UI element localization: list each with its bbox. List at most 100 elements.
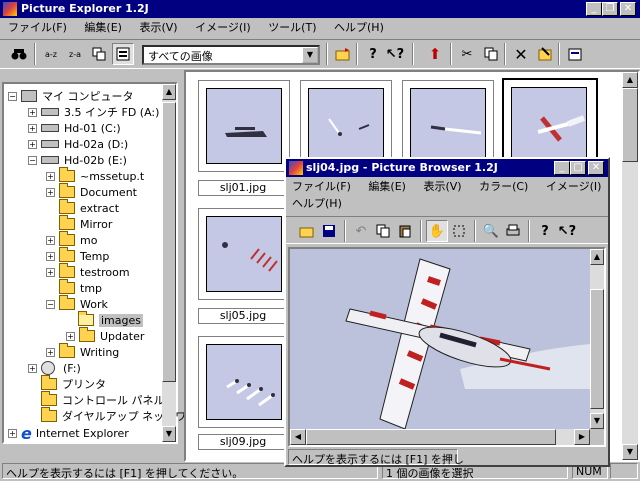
- tree-item-cdrom[interactable]: + (F:): [28, 360, 81, 376]
- tree-item-extract[interactable]: extract: [59, 199, 119, 216]
- scroll-up-icon[interactable]: ▲: [590, 249, 604, 265]
- scroll-up-icon[interactable]: ▲: [162, 84, 176, 100]
- browser-menu-edit[interactable]: 編集(E): [368, 180, 406, 193]
- undo-icon[interactable]: ↶: [350, 220, 372, 242]
- scroll-down-icon[interactable]: ▼: [162, 426, 176, 442]
- tree-item-mssetup[interactable]: + ~mssetup.t: [46, 167, 144, 184]
- rename-icon[interactable]: [534, 43, 556, 65]
- tree-item-images[interactable]: images: [78, 311, 143, 328]
- tree-item-work[interactable]: − Work: [46, 295, 108, 312]
- thumbnail-slj01[interactable]: [198, 80, 290, 172]
- tree-item-drive-e[interactable]: − Hd-02b (E:): [28, 152, 127, 168]
- scroll-thumb[interactable]: [162, 102, 176, 382]
- folder-icon: [59, 183, 75, 198]
- close-button[interactable]: ✕: [620, 2, 636, 16]
- zoom-icon[interactable]: 🔍: [480, 220, 502, 242]
- tree-item-temp[interactable]: + Temp: [46, 247, 109, 264]
- tree-item-document[interactable]: + Document: [46, 183, 137, 200]
- delete-icon[interactable]: ✕: [510, 43, 532, 65]
- print-icon[interactable]: [502, 220, 524, 242]
- select-tool-icon[interactable]: [448, 220, 470, 242]
- browser-close-button[interactable]: ✕: [588, 161, 604, 175]
- scroll-thumb[interactable]: [306, 429, 556, 445]
- main-title-bar[interactable]: Picture Explorer 1.2J _ ❐ ✕: [0, 0, 640, 18]
- minimize-button[interactable]: _: [586, 2, 602, 16]
- thumbnail-slj05[interactable]: [198, 208, 290, 300]
- menu-help[interactable]: ヘルプ(H): [334, 21, 384, 34]
- tree-item-mirror[interactable]: Mirror: [59, 215, 112, 232]
- browser-menu-view[interactable]: 表示(V): [423, 180, 461, 193]
- sort-az-icon[interactable]: a-z: [40, 43, 62, 65]
- copy-icon[interactable]: [480, 43, 502, 65]
- tree-item-drive-d[interactable]: + Hd-02a (D:): [28, 136, 128, 152]
- main-window-title: Picture Explorer 1.2J: [21, 2, 149, 15]
- upload-icon[interactable]: ⬆: [424, 43, 446, 65]
- menu-edit[interactable]: 編集(E): [84, 21, 122, 34]
- help-icon[interactable]: ?: [362, 43, 384, 65]
- tree-item-writing[interactable]: + Writing: [46, 343, 119, 360]
- thumbnail-image: [206, 216, 282, 292]
- find-icon[interactable]: [8, 43, 30, 65]
- browser-minimize-button[interactable]: _: [554, 161, 570, 175]
- save-icon[interactable]: [318, 220, 340, 242]
- folder-icon: [59, 263, 75, 278]
- tree-item-my-computer[interactable]: − マイ コンピュータ: [8, 88, 134, 104]
- tree-item-printers[interactable]: プリンタ: [41, 375, 106, 392]
- context-help-icon[interactable]: ↖?: [384, 43, 406, 65]
- thumbnail-slj09[interactable]: [198, 336, 290, 428]
- scroll-up-icon[interactable]: ▲: [622, 72, 638, 88]
- drive-icon: [41, 156, 59, 164]
- browser-help-icon[interactable]: ?: [534, 220, 556, 242]
- browser-menu-image[interactable]: イメージ(I): [546, 180, 602, 193]
- menu-image[interactable]: イメージ(I): [195, 21, 251, 34]
- scroll-thumb[interactable]: [590, 289, 604, 409]
- tree-item-floppy[interactable]: + 3.5 インチ FD (A:): [28, 104, 159, 120]
- thumbnail-scrollbar[interactable]: ▲ ▼: [622, 72, 638, 460]
- tree-item-mo[interactable]: + mo: [46, 231, 97, 248]
- menu-view[interactable]: 表示(V): [139, 21, 177, 34]
- browser-menu-help[interactable]: ヘルプ(H): [292, 197, 342, 210]
- thumbnail-view-icon[interactable]: [88, 43, 110, 65]
- browser-menu-file[interactable]: ファイル(F): [292, 180, 351, 193]
- properties-icon[interactable]: [564, 43, 586, 65]
- browser-open-icon[interactable]: [296, 220, 318, 242]
- browser-copy-icon[interactable]: [372, 220, 394, 242]
- image-view[interactable]: ▲ ▼ ◀ ▶: [288, 247, 606, 447]
- scroll-right-icon[interactable]: ▶: [574, 429, 590, 445]
- tree-item-testroom[interactable]: + testroom: [46, 263, 130, 280]
- scroll-thumb[interactable]: [622, 88, 638, 162]
- browser-menu-color[interactable]: カラー(C): [479, 180, 528, 193]
- chevron-down-icon[interactable]: ▼: [302, 47, 318, 63]
- menu-file[interactable]: ファイル(F): [8, 21, 67, 34]
- cut-icon[interactable]: ✂: [456, 43, 478, 65]
- thumbnail-caption: slj09.jpg: [198, 434, 288, 450]
- menu-tools[interactable]: ツール(T): [268, 21, 316, 34]
- maximize-button[interactable]: ❐: [602, 2, 618, 16]
- filter-dropdown[interactable]: すべての画像 ▼: [142, 45, 320, 65]
- details-view-icon[interactable]: [112, 43, 134, 65]
- cdrom-icon: [41, 361, 55, 375]
- folder-tree-pane: − マイ コンピュータ + 3.5 インチ FD (A:) + Hd-01 (C…: [2, 82, 208, 444]
- scroll-left-icon[interactable]: ◀: [290, 429, 306, 445]
- tree-item-drive-c[interactable]: + Hd-01 (C:): [28, 120, 121, 136]
- tree-item-control-panel[interactable]: コントロール パネル: [41, 391, 165, 408]
- scroll-down-icon[interactable]: ▼: [590, 413, 604, 429]
- tree-item-updater[interactable]: + Updater: [66, 327, 144, 344]
- image-vscroll[interactable]: ▲ ▼: [590, 249, 604, 429]
- tree-item-internet-explorer[interactable]: + e Internet Explorer: [8, 424, 129, 443]
- scroll-down-icon[interactable]: ▼: [622, 444, 638, 460]
- folder-icon: [59, 295, 75, 310]
- browser-menu-bar-row2: ヘルプ(H): [292, 196, 356, 212]
- browser-context-help-icon[interactable]: ↖?: [556, 220, 578, 242]
- control-panel-icon: [41, 391, 57, 406]
- sort-za-icon[interactable]: z-a: [64, 43, 86, 65]
- open-folder-icon[interactable]: [332, 43, 354, 65]
- paste-icon[interactable]: [394, 220, 416, 242]
- folder-icon: [79, 327, 95, 342]
- image-hscroll[interactable]: ◀ ▶: [290, 429, 590, 445]
- browser-title-bar[interactable]: slj04.jpg - Picture Browser 1.2J _ □ ✕: [286, 159, 608, 177]
- tree-scrollbar[interactable]: ▲ ▼: [162, 84, 176, 442]
- tree-item-tmp[interactable]: tmp: [59, 279, 102, 296]
- browser-maximize-button[interactable]: □: [570, 161, 586, 175]
- hand-tool-icon[interactable]: ✋: [426, 220, 448, 242]
